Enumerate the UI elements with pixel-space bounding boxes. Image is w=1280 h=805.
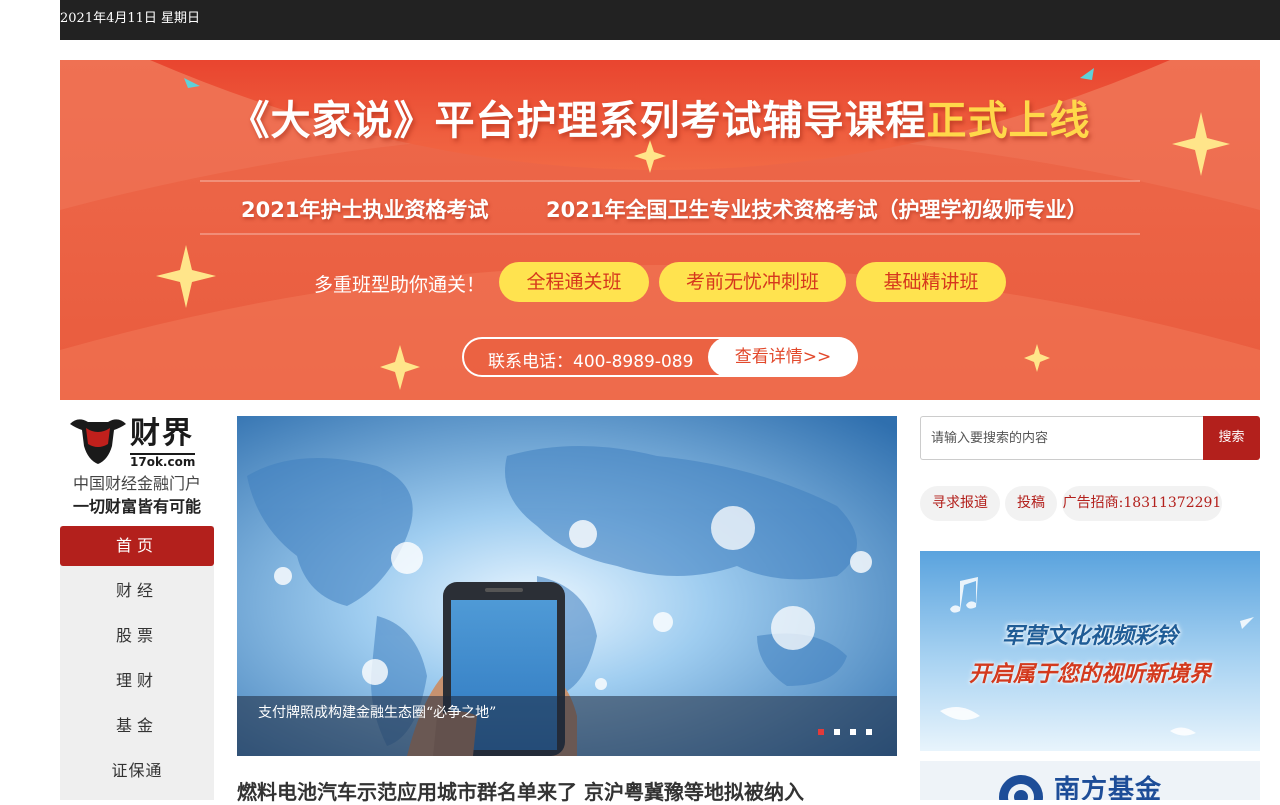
tag-submit[interactable]: 投稿 [1005,486,1057,521]
search-input[interactable] [920,416,1203,460]
slider-dot-2[interactable] [834,729,840,735]
nav-item-securities[interactable]: 证保通 [60,751,214,791]
brand-name: 财界 [130,416,194,451]
site-logo[interactable]: 财界 17ok.com 中国财经金融门户 一切财富皆有可能 [60,416,214,516]
top-bar: 2021年4月11日 星期日 [60,0,1280,40]
banner-title: 《大家说》平台护理系列考试辅导课程正式上线 [60,88,1260,146]
banner-lead: 多重班型助你通关！ [314,274,486,296]
details-button[interactable]: 查看详情>> [708,337,858,377]
nav-item-funds[interactable]: 基金 [60,706,214,746]
current-date: 2021年4月11日 星期日 [60,11,201,26]
slider-dot-4[interactable] [866,729,872,735]
banner-subtitle-2: 2021年全国卫生专业技术资格考试（护理学初级师专业） [546,198,1088,222]
banner-subtitle-1: 2021年护士执业资格考试 [241,198,489,222]
search-box: 搜索 [920,416,1260,460]
banner-contact: 联系电话：400-8989-089 查看详情>> [462,337,858,377]
ad-background [920,551,1260,751]
news-headline[interactable]: 燃料电池汽车示范应用城市群名单来了 京沪粤冀豫等地拟被纳入 [237,776,804,805]
slider-dot-3[interactable] [850,729,856,735]
class-button-full[interactable]: 全程通关班 [499,262,649,302]
class-button-sprint[interactable]: 考前无忧冲刺班 [659,262,846,302]
class-button-basic[interactable]: 基础精讲班 [856,262,1006,302]
brand-domain: 17ok.com [130,453,196,469]
side-nav: 首页 财经 股票 理财 基金 证保通 [60,526,214,800]
fund-name: 南方基金 [1054,775,1163,800]
contact-phone: 联系电话：400-8989-089 [488,352,694,372]
nav-item-finance[interactable]: 财经 [60,571,214,611]
logo-tagline-1: 中国财经金融门户 [72,474,201,493]
ad-southern-fund[interactable]: 南方基金 [920,761,1260,800]
ad-line-2: 开启属于您的视听新境界 [968,662,1211,687]
nav-item-home[interactable]: 首页 [60,526,214,566]
slider-caption[interactable]: 支付牌照成构建金融生态圈“必争之地” [258,702,496,722]
news-slider[interactable]: 支付牌照成构建金融生态圈“必争之地” [237,416,897,756]
slider-dot-1[interactable] [818,729,824,735]
tag-seek-coverage[interactable]: 寻求报道 [920,486,1000,521]
tag-advertising[interactable]: 广告招商:18311372291 [1062,486,1222,521]
ad-line-1: 军营文化视频彩铃 [1001,624,1178,649]
logo-tagline-2: 一切财富皆有可能 [72,497,201,516]
promo-banner[interactable]: 《大家说》平台护理系列考试辅导课程正式上线 2021年护士执业资格考试 2021… [60,60,1260,400]
ad-video-ringtone[interactable]: 军营文化视频彩铃 开启属于您的视听新境界 [920,551,1260,751]
nav-item-stocks[interactable]: 股票 [60,616,214,656]
banner-title-highlight: 正式上线 [926,98,1091,144]
banner-title-main: 《大家说》平台护理系列考试辅导课程 [229,98,927,144]
search-button[interactable]: 搜索 [1203,416,1260,460]
bull-logo-icon [70,419,126,464]
nav-item-wealth[interactable]: 理财 [60,661,214,701]
